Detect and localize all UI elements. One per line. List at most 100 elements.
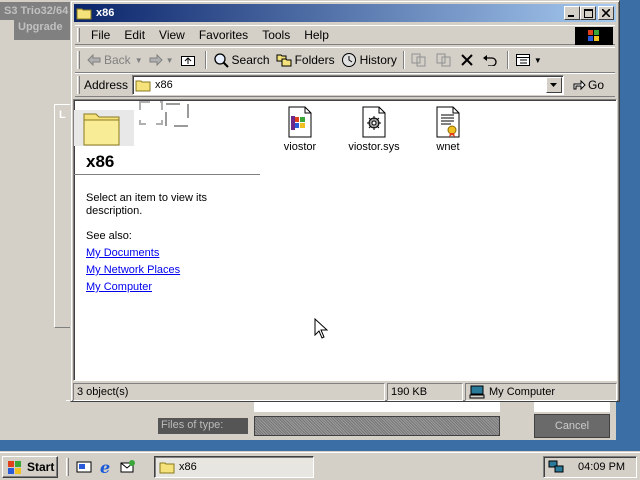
folder-view[interactable]: x86 Select an item to view its descripti… xyxy=(73,99,617,381)
quick-launch-grip xyxy=(66,458,69,476)
menu-file[interactable]: File xyxy=(84,26,117,44)
forward-arrow-icon xyxy=(149,54,163,66)
files-of-type-select[interactable] xyxy=(254,416,500,436)
menu-bar: File Edit View Favorites Tools Help xyxy=(75,25,615,45)
see-also-label: See also: xyxy=(86,230,132,242)
back-dropdown-icon[interactable]: ▼ xyxy=(135,56,143,65)
webview-panel: x86 Select an item to view its descripti… xyxy=(74,100,260,380)
search-icon xyxy=(213,53,229,68)
toolbar-separator xyxy=(402,51,405,69)
link-my-network-places[interactable]: My Network Places xyxy=(86,264,180,276)
views-icon xyxy=(515,54,530,66)
forward-button[interactable]: ▼ xyxy=(146,49,177,71)
back-label: Back xyxy=(104,53,131,67)
undo-icon xyxy=(482,55,497,66)
toolbar-separator xyxy=(506,51,509,69)
back-button[interactable]: Back ▼ xyxy=(84,49,146,71)
menu-edit[interactable]: Edit xyxy=(117,26,152,44)
up-folder-button[interactable] xyxy=(177,49,202,71)
delete-button[interactable] xyxy=(458,49,479,71)
folders-icon xyxy=(276,54,292,67)
move-to-button[interactable] xyxy=(408,49,433,71)
link-my-documents[interactable]: My Documents xyxy=(86,247,159,259)
file-name: wnet xyxy=(436,141,460,153)
address-dropdown-button[interactable] xyxy=(546,77,563,93)
up-folder-icon xyxy=(180,56,195,66)
quick-launch-internet-explorer[interactable]: e xyxy=(95,456,117,478)
divider xyxy=(74,174,260,175)
file-item[interactable]: wnet xyxy=(406,106,490,153)
address-bar: Address x86 Go xyxy=(75,73,615,97)
folders-button[interactable]: Folders xyxy=(273,49,338,71)
address-input[interactable]: x86 xyxy=(132,75,565,95)
network-connection-icon[interactable] xyxy=(548,460,564,474)
undo-button[interactable] xyxy=(479,49,504,71)
security-catalog-icon xyxy=(436,106,460,138)
taskbar-window-x86[interactable]: x86 xyxy=(154,456,314,478)
toolbar-grip xyxy=(77,51,80,69)
internet-explorer-icon: e xyxy=(100,459,110,475)
background-field-strip xyxy=(254,402,500,412)
minimize-icon xyxy=(568,15,574,17)
address-grip xyxy=(77,76,80,94)
status-size: 190 KB xyxy=(387,383,463,401)
window-title: x86 xyxy=(96,7,115,19)
my-computer-icon xyxy=(469,385,485,399)
minimize-button[interactable] xyxy=(564,6,580,20)
move-to-icon xyxy=(411,53,426,67)
folder-description: Select an item to view its description. xyxy=(86,192,208,217)
quick-launch-outlook-express[interactable] xyxy=(117,456,139,478)
maximize-button[interactable] xyxy=(580,6,596,20)
menu-view[interactable]: View xyxy=(152,26,192,44)
windows-logo-icon xyxy=(575,27,613,45)
toolbar-separator xyxy=(204,51,207,69)
file-item[interactable]: viostor xyxy=(258,106,342,153)
background-cancel-button[interactable]: Cancel xyxy=(534,414,610,438)
history-button[interactable]: History xyxy=(338,49,400,71)
outlook-express-icon xyxy=(120,460,135,473)
maximize-icon xyxy=(583,8,593,18)
clock[interactable]: 04:09 PM xyxy=(578,461,625,473)
start-button[interactable]: Start xyxy=(2,456,58,478)
start-label: Start xyxy=(27,460,55,474)
close-icon xyxy=(602,9,610,17)
show-desktop-icon xyxy=(76,461,92,473)
system-tray: 04:09 PM xyxy=(543,456,637,478)
svg-text:e: e xyxy=(100,459,110,475)
views-dropdown-icon[interactable]: ▼ xyxy=(534,56,542,65)
status-object-count: 3 object(s) xyxy=(73,383,385,401)
explorer-window: x86 File Edit View Favorites Tools Help xyxy=(70,0,620,402)
quick-launch-show-desktop[interactable] xyxy=(73,456,95,478)
mouse-cursor-icon xyxy=(314,318,328,339)
back-arrow-icon xyxy=(87,54,101,66)
copy-to-button[interactable] xyxy=(433,49,458,71)
menu-tools[interactable]: Tools xyxy=(255,26,297,44)
address-value: x86 xyxy=(155,79,173,91)
folder-icon xyxy=(76,8,92,20)
close-button[interactable] xyxy=(598,6,614,20)
go-button[interactable]: Go xyxy=(572,78,604,92)
file-name: viostor.sys xyxy=(348,141,400,153)
views-button[interactable]: ▼ xyxy=(512,49,545,71)
search-button[interactable]: Search xyxy=(210,49,273,71)
file-item[interactable]: viostor.sys xyxy=(332,106,416,153)
copy-to-icon xyxy=(436,53,451,67)
forward-dropdown-icon[interactable]: ▼ xyxy=(166,56,174,65)
folder-banner-icon xyxy=(74,101,189,146)
background-button-strip xyxy=(534,402,610,412)
standard-toolbar: Back ▼ ▼ Search Folders History ▼ xyxy=(75,47,615,73)
taskbar: Start e x86 04:09 PM xyxy=(0,452,640,480)
history-icon xyxy=(341,53,356,67)
background-dialog-panel-letter: L xyxy=(59,109,66,121)
file-name: viostor xyxy=(283,141,317,153)
folder-icon xyxy=(135,80,151,92)
menu-favorites[interactable]: Favorites xyxy=(192,26,255,44)
folder-icon xyxy=(159,462,175,474)
title-bar[interactable]: x86 xyxy=(74,4,616,22)
link-my-computer[interactable]: My Computer xyxy=(86,281,152,293)
windows-flag-icon xyxy=(8,460,21,474)
taskbar-window-label: x86 xyxy=(179,461,197,473)
chevron-down-icon xyxy=(550,82,558,87)
menu-help[interactable]: Help xyxy=(297,26,336,44)
search-label: Search xyxy=(231,53,270,67)
